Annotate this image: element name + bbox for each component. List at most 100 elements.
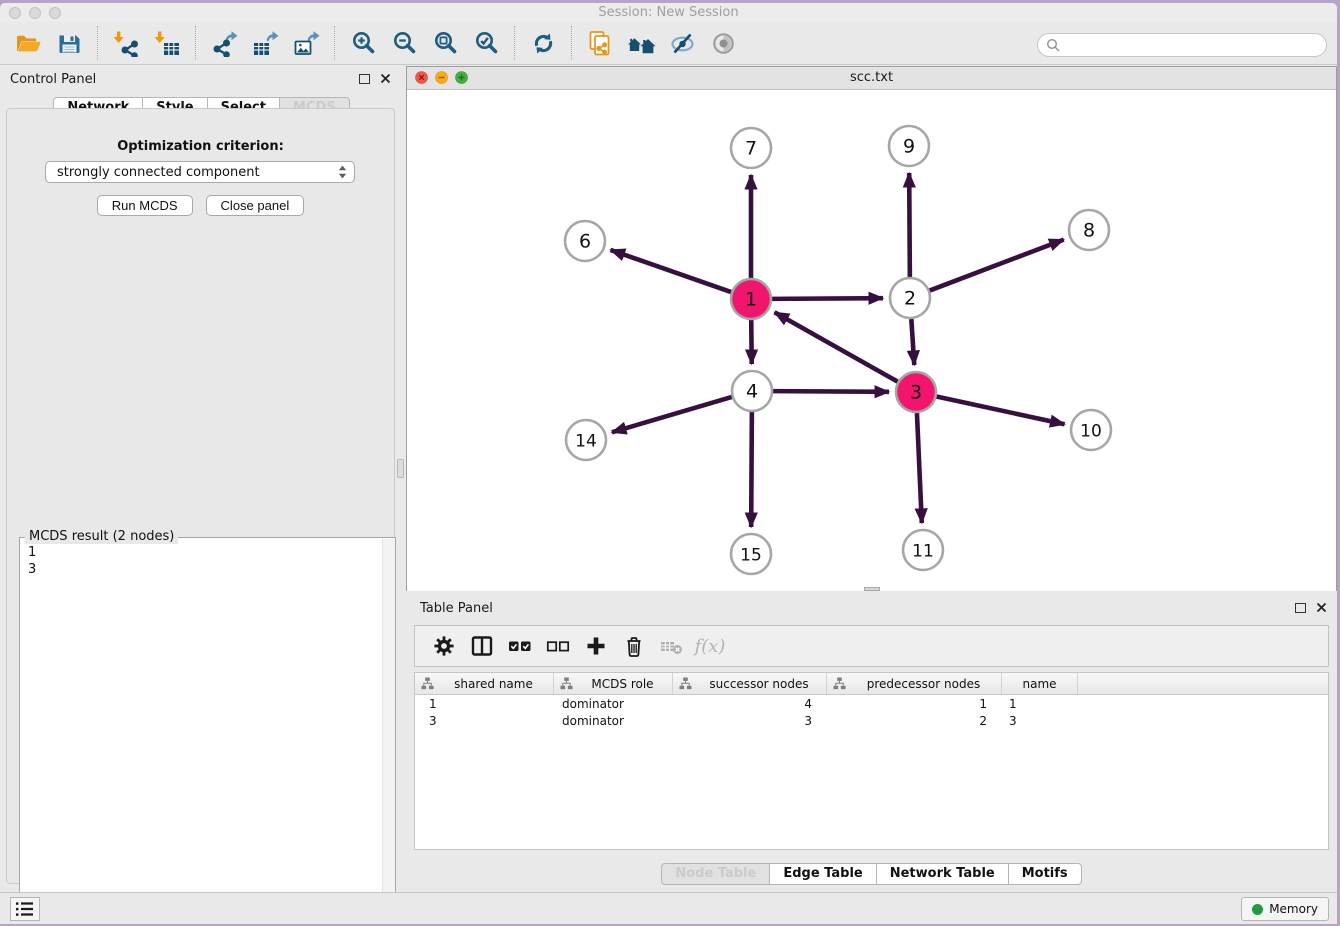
node-11[interactable]: 11 <box>903 530 943 570</box>
table-row[interactable]: 1dominator411 <box>415 695 1328 712</box>
cell-shared-name[interactable]: 1 <box>415 697 554 711</box>
network-canvas[interactable]: 7 9 6 8 1 2 4 3 14 10 15 11 <box>407 90 1336 591</box>
add-column-button[interactable] <box>577 630 615 662</box>
table-panel: Table Panel f(x) shared nameMCDS rolesuc… <box>406 595 1337 890</box>
optimization-criterion-select[interactable]: strongly connected component <box>45 161 355 183</box>
node-label: 6 <box>579 231 591 253</box>
node-2[interactable]: 2 <box>890 278 930 318</box>
delete-columns-button[interactable] <box>615 630 653 662</box>
cell-name[interactable]: 3 <box>1002 714 1078 728</box>
node-14[interactable]: 14 <box>566 420 606 460</box>
export-image-button[interactable] <box>286 26 327 60</box>
cell-predecessor-nodes[interactable]: 1 <box>827 697 1002 711</box>
edge-2-8[interactable] <box>930 240 1064 291</box>
tab-edge-table[interactable]: Edge Table <box>769 863 876 885</box>
tab-node-table[interactable]: Node Table <box>661 863 770 885</box>
hide-selected-button[interactable] <box>662 26 703 60</box>
show-graphics-details-button[interactable] <box>703 26 744 60</box>
cell-successor-nodes[interactable]: 4 <box>673 697 827 711</box>
edge-3-11[interactable] <box>917 413 922 523</box>
edge-4-14[interactable] <box>612 397 732 432</box>
table-panel-header: Table Panel <box>406 595 1337 621</box>
cell-successor-nodes[interactable]: 3 <box>673 714 827 728</box>
float-table-panel-icon[interactable] <box>1295 603 1306 613</box>
zoom-out-button[interactable] <box>384 26 425 60</box>
table-header-row: shared nameMCDS rolesuccessor nodesprede… <box>415 673 1328 695</box>
cell-name[interactable]: 1 <box>1002 697 1078 711</box>
toolbar-separator <box>571 26 573 60</box>
cell-shared-name[interactable]: 3 <box>415 714 554 728</box>
network-resize-handle[interactable] <box>864 587 880 591</box>
cell-predecessor-nodes[interactable]: 2 <box>827 714 1002 728</box>
optimization-criterion-label: Optimization criterion: <box>7 139 394 154</box>
tab-motifs[interactable]: Motifs <box>1008 863 1082 885</box>
memory-button[interactable]: Memory <box>1241 897 1329 921</box>
zoom-selected-button[interactable] <box>466 26 507 60</box>
optimization-criterion-value: strongly connected component <box>46 165 337 180</box>
node-9[interactable]: 9 <box>889 126 929 166</box>
main-toolbar <box>0 22 1337 65</box>
edge-1-6[interactable] <box>610 250 731 292</box>
result-scrollbar[interactable] <box>382 539 395 921</box>
memory-status-icon <box>1252 904 1263 915</box>
node-1[interactable]: 1 <box>731 279 771 319</box>
network-window-title: scc.txt <box>407 70 1336 85</box>
tab-network-table[interactable]: Network Table <box>876 863 1009 885</box>
float-panel-icon[interactable] <box>359 74 370 84</box>
select-all-columns-button[interactable] <box>501 630 539 662</box>
unselect-all-columns-button[interactable] <box>539 630 577 662</box>
edge-3-10[interactable] <box>937 396 1065 424</box>
home-button[interactable] <box>621 26 662 60</box>
copy-network-button[interactable] <box>580 26 621 60</box>
column-header-shared-name[interactable]: shared name <box>415 673 554 694</box>
node-3[interactable]: 3 <box>896 372 936 412</box>
search-box[interactable] <box>1037 33 1327 57</box>
node-6[interactable]: 6 <box>565 221 605 261</box>
column-header-successor-nodes[interactable]: successor nodes <box>673 673 827 694</box>
zoom-in-button[interactable] <box>343 26 384 60</box>
node-label: 2 <box>904 288 916 310</box>
import-table-button[interactable] <box>147 26 188 60</box>
mcds-result-box: MCDS result (2 nodes) 13 <box>19 537 396 923</box>
node-4[interactable]: 4 <box>732 371 772 411</box>
close-panel-icon[interactable] <box>380 73 391 84</box>
run-mcds-button[interactable]: Run MCDS <box>97 195 193 216</box>
close-table-panel-icon[interactable] <box>1316 602 1327 613</box>
application-window: Session: New Session Control Panel Netwo… <box>0 3 1337 924</box>
panel-divider-handle[interactable] <box>397 459 404 478</box>
column-header-label: shared name <box>434 677 553 691</box>
column-header-name[interactable]: name <box>1002 673 1078 694</box>
edge-3-1[interactable] <box>775 312 898 381</box>
app-title: Session: New Session <box>0 5 1337 20</box>
cell-MCDS-role[interactable]: dominator <box>554 697 673 711</box>
edge-2-9[interactable] <box>909 173 910 277</box>
edge-4-3[interactable] <box>773 391 889 392</box>
search-input[interactable] <box>1064 35 1326 55</box>
list-view-button[interactable] <box>10 897 40 921</box>
apply-layout-button[interactable] <box>523 26 564 60</box>
node-label: 4 <box>746 381 758 403</box>
open-file-button[interactable] <box>8 26 49 60</box>
import-network-button[interactable] <box>106 26 147 60</box>
export-network-button[interactable] <box>204 26 245 60</box>
stepper-icon <box>337 164 348 180</box>
close-panel-button[interactable]: Close panel <box>206 195 305 216</box>
network-window-titlebar[interactable]: scc.txt <box>407 67 1336 90</box>
cell-MCDS-role[interactable]: dominator <box>554 714 673 728</box>
node-7[interactable]: 7 <box>731 128 771 168</box>
export-table-button[interactable] <box>245 26 286 60</box>
column-header-MCDS-role[interactable]: MCDS role <box>554 673 673 694</box>
node-10[interactable]: 10 <box>1071 410 1111 450</box>
settings-button[interactable] <box>425 630 463 662</box>
mcds-result-line: 3 <box>28 561 36 578</box>
node-15[interactable]: 15 <box>731 534 771 574</box>
table-row[interactable]: 3dominator323 <box>415 712 1328 729</box>
save-session-button[interactable] <box>49 26 90 60</box>
edge-4-15[interactable] <box>751 412 752 527</box>
show-columns-button[interactable] <box>463 630 501 662</box>
zoom-fit-button[interactable] <box>425 26 466 60</box>
node-8[interactable]: 8 <box>1069 210 1109 250</box>
column-header-predecessor-nodes[interactable]: predecessor nodes <box>827 673 1002 694</box>
edge-2-3[interactable] <box>911 319 914 365</box>
edge-1-2[interactable] <box>772 298 883 299</box>
